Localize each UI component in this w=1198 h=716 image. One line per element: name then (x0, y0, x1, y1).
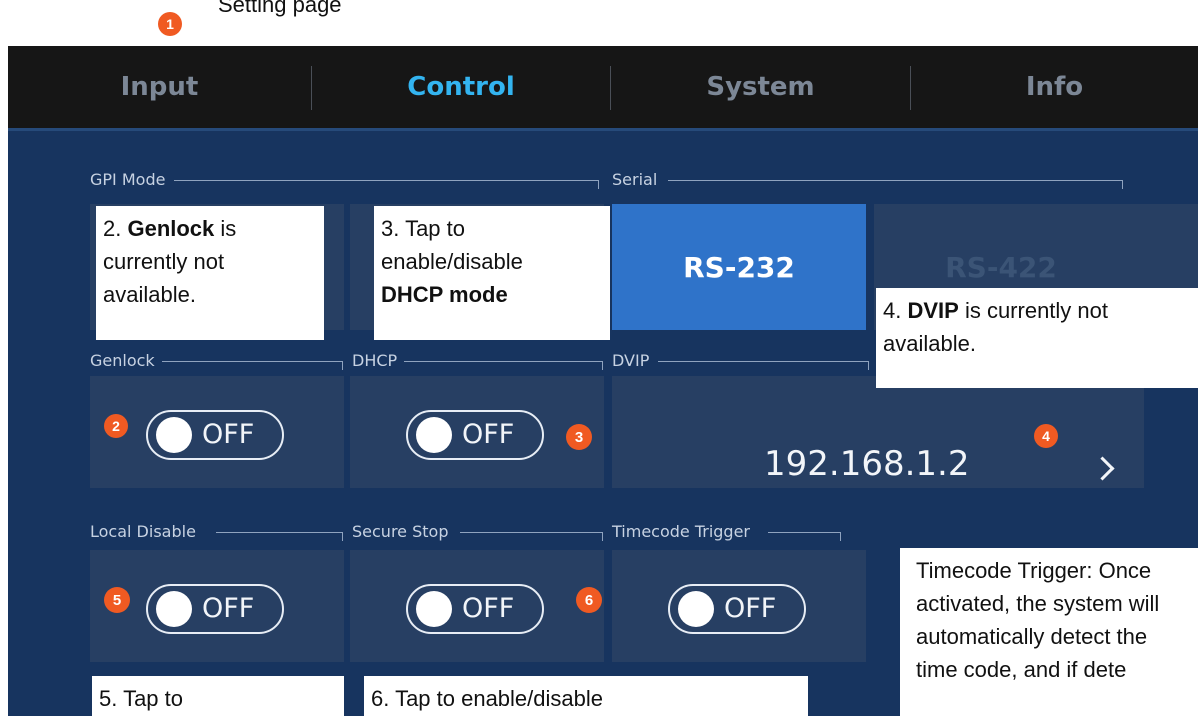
annotation-genlock-note: 2. Genlock is currently not available. (96, 206, 324, 340)
dvip-bracket (658, 361, 869, 370)
note-emphasis: DVIP (907, 298, 959, 323)
genlock-label: Genlock (90, 351, 155, 370)
note-text: 6. Tap to enable/disable (371, 686, 603, 711)
toggle-state: OFF (202, 593, 255, 624)
toggle-knob (678, 591, 714, 627)
secure-stop-bracket (460, 532, 603, 541)
annotation-dvip-note: 4. DVIP is currently not available. (876, 288, 1198, 388)
note-text: 3. Tap to enable/disable (381, 216, 523, 274)
gpi-mode-bracket (174, 180, 599, 189)
toggle-state: OFF (462, 593, 515, 624)
callout-marker-4: 4 (1034, 424, 1058, 448)
serial-bracket (668, 180, 1123, 189)
note-emphasis: Genlock (127, 216, 215, 241)
annotation-dhcp-note: 3. Tap to enable/disable DHCP mode (374, 206, 610, 340)
tab-control[interactable]: Control (312, 46, 610, 128)
dhcp-label: DHCP (352, 351, 398, 370)
note-text: 5. Tap to (99, 686, 183, 711)
toggle-state: OFF (724, 593, 777, 624)
local-disable-bracket (216, 532, 343, 541)
local-disable-label: Local Disable (90, 522, 196, 541)
secure-stop-toggle[interactable]: OFF (406, 584, 544, 634)
dhcp-toggle[interactable]: OFF (406, 410, 544, 460)
serial-label: Serial (612, 170, 658, 189)
note-emphasis: DHCP mode (381, 282, 508, 307)
serial-rs232-label: RS-232 (683, 250, 795, 284)
note-number: 4. (883, 298, 908, 323)
tab-info[interactable]: Info (911, 46, 1198, 128)
serial-rs232-button[interactable]: RS-232 (612, 204, 866, 330)
timecode-trigger-bracket (768, 532, 841, 541)
tab-input[interactable]: Input (8, 46, 311, 128)
annotation-secure-stop-note: 6. Tap to enable/disable (364, 676, 808, 716)
toggle-knob (156, 591, 192, 627)
annotation-local-disable-note: 5. Tap to (92, 676, 344, 716)
note-text: Timecode Trigger: Once activated, the sy… (916, 558, 1160, 682)
annotation-timecode-note: Timecode Trigger: Once activated, the sy… (900, 548, 1198, 716)
callout-marker-2: 2 (104, 414, 128, 438)
toggle-state: OFF (202, 419, 255, 450)
toggle-knob (416, 417, 452, 453)
dvip-label: DVIP (612, 351, 650, 370)
page-caption: Setting page (218, 0, 342, 17)
toggle-knob (416, 591, 452, 627)
gpi-mode-label: GPI Mode (90, 170, 166, 189)
secure-stop-label: Secure Stop (352, 522, 449, 541)
dhcp-bracket (404, 361, 603, 370)
genlock-toggle[interactable]: OFF (146, 410, 284, 460)
callout-marker-1: 1 (158, 12, 182, 36)
toggle-state: OFF (462, 419, 515, 450)
callout-marker-3: 3 (566, 424, 592, 450)
dvip-ip-address: 192.168.1.2 (764, 444, 970, 484)
note-number: 2. (103, 216, 128, 241)
timecode-trigger-label: Timecode Trigger (612, 522, 751, 541)
callout-marker-5: 5 (104, 587, 130, 613)
tab-system[interactable]: System (611, 46, 910, 128)
toggle-knob (156, 417, 192, 453)
timecode-trigger-toggle[interactable]: OFF (668, 584, 806, 634)
local-disable-toggle[interactable]: OFF (146, 584, 284, 634)
callout-marker-6: 6 (576, 587, 602, 613)
genlock-bracket (162, 361, 343, 370)
tab-bar: Input Control System Info (8, 46, 1198, 131)
